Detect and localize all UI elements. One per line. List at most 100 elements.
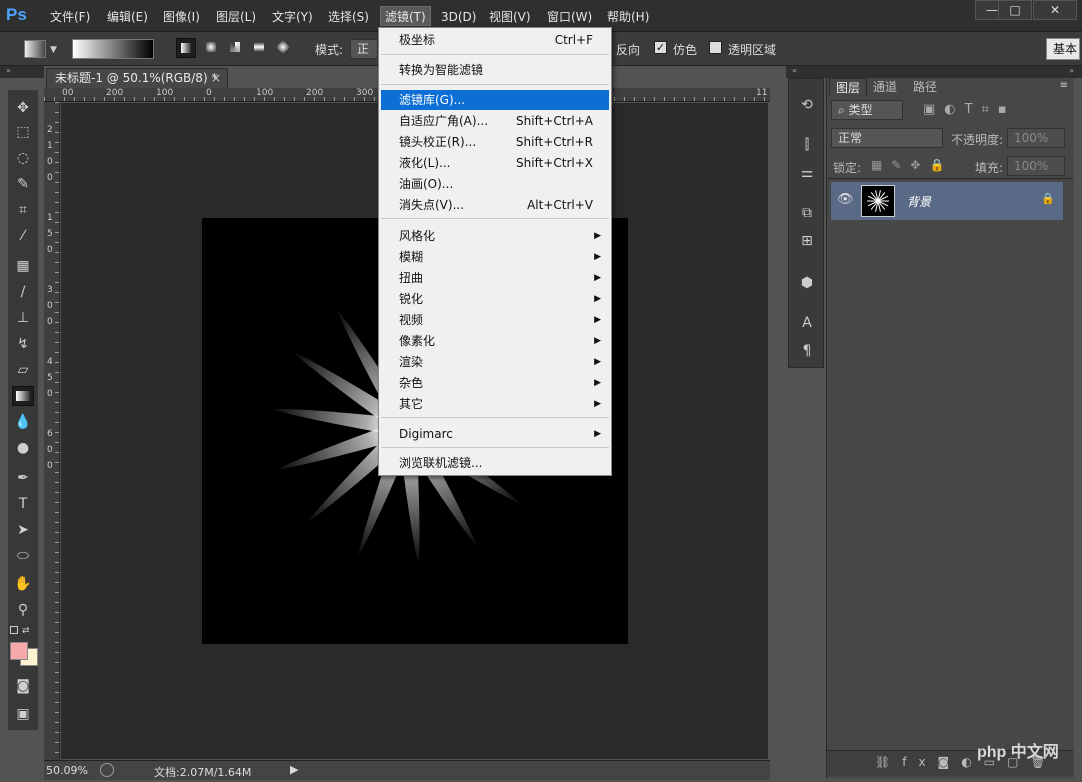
menu-item-pixelate[interactable]: 像素化 ▶ [381, 331, 609, 351]
panel-collapse-handle[interactable]: «» [786, 66, 1082, 78]
share-icon[interactable] [100, 763, 114, 777]
eraser-tool-icon[interactable]: ▱ [12, 360, 34, 380]
tab-paths[interactable]: 路径 [907, 78, 943, 96]
brush-tool-icon[interactable]: ∕ [12, 282, 34, 302]
menu-item-vanishing-point[interactable]: 消失点(V)... Alt+Ctrl+V [381, 195, 609, 215]
menu-item-noise[interactable]: 杂色 ▶ [381, 373, 609, 393]
healing-brush-tool-icon[interactable]: ▦ [12, 256, 34, 276]
menu-item-filter-gallery[interactable]: 滤镜库(G)... [381, 90, 609, 110]
tool-presets-icon[interactable]: ⊞ [797, 231, 817, 251]
character-icon[interactable]: A [797, 313, 817, 333]
menu-file[interactable]: 文件(F) [46, 7, 94, 27]
gradient-picker[interactable] [72, 39, 154, 59]
dodge-tool-icon[interactable]: ● [12, 438, 34, 458]
menu-item-liquify[interactable]: 液化(L)... Shift+Ctrl+X [381, 153, 609, 173]
fill-field[interactable]: 100% [1007, 156, 1065, 176]
diamond-gradient-button[interactable] [274, 38, 294, 58]
marquee-tool-icon[interactable]: ⬚ [12, 122, 34, 142]
blend-mode-dropdown[interactable]: 正常 [831, 128, 943, 148]
history-icon[interactable]: ⟲ [797, 95, 817, 115]
path-select-tool-icon[interactable]: ➤ [12, 520, 34, 540]
lock-label: 锁定: [833, 161, 862, 175]
radial-gradient-button[interactable] [202, 38, 222, 58]
zoom-level[interactable]: 50.09% [46, 764, 88, 777]
status-menu-arrow-icon[interactable]: ▶ [290, 763, 298, 776]
clone-source-icon[interactable]: ⧉ [797, 203, 817, 223]
crop-tool-icon[interactable]: ⌗ [12, 200, 34, 220]
history-brush-tool-icon[interactable]: ↯ [12, 334, 34, 354]
filter-icons[interactable]: ▣◐T⌗▪ [923, 102, 1016, 117]
menu-item-stylize[interactable]: 风格化 ▶ [381, 226, 609, 246]
tool-preset-dropdown-icon[interactable]: ▼ [50, 45, 57, 55]
clone-stamp-tool-icon[interactable]: ⊥ [12, 308, 34, 328]
eyedropper-tool-icon[interactable]: ⁄ [12, 226, 34, 246]
menu-help[interactable]: 帮助(H) [603, 7, 653, 27]
blur-tool-icon[interactable]: 💧 [12, 412, 34, 432]
menu-item-blur[interactable]: 模糊 ▶ [381, 247, 609, 267]
quick-mask-icon[interactable]: ◙ [12, 676, 34, 696]
menu-item-browse-online-filters[interactable]: 浏览联机滤镜... [381, 453, 609, 473]
screen-mode-icon[interactable]: ▣ [12, 704, 34, 724]
menu-image[interactable]: 图像(I) [159, 7, 204, 27]
pen-tool-icon[interactable]: ✒ [12, 468, 34, 488]
3d-cube-icon[interactable]: ⬢ [797, 273, 817, 293]
adjust-icon[interactable]: ⚌ [797, 163, 817, 183]
menu-item-adaptive-wide-angle[interactable]: 自适应广角(A)... Shift+Ctrl+A [381, 111, 609, 131]
menu-item-digimarc[interactable]: Digimarc ▶ [381, 424, 609, 444]
dither-checkbox[interactable]: ✓ [654, 41, 667, 54]
opacity-field[interactable]: 100% [1007, 128, 1065, 148]
menu-select[interactable]: 选择(S) [324, 7, 373, 27]
menu-edit[interactable]: 编辑(E) [103, 7, 152, 27]
close-button[interactable]: ✕ [1033, 0, 1077, 20]
submenu-arrow-icon: ▶ [594, 294, 601, 304]
kind-filter-dropdown[interactable]: ⌕ 类型 [831, 100, 903, 120]
hand-tool-icon[interactable]: ✋ [12, 574, 34, 594]
menu-filter[interactable]: 滤镜(T) [380, 6, 431, 26]
layer-name[interactable]: 背景 [907, 193, 931, 210]
gradient-tool-icon[interactable] [12, 386, 34, 406]
angle-gradient-button[interactable] [226, 38, 246, 58]
menu-view[interactable]: 视图(V) [485, 7, 535, 27]
layer-row-background[interactable]: 👁 背景 🔒 [831, 182, 1063, 220]
transparency-checkbox[interactable] [709, 41, 722, 54]
ellipse-tool-icon[interactable]: ⬭ [12, 546, 34, 566]
visibility-eye-icon[interactable]: 👁 [837, 192, 854, 207]
menu-item-render[interactable]: 渲染 ▶ [381, 352, 609, 372]
menu-item-oil-paint[interactable]: 油画(O)... [381, 174, 609, 194]
mode-dropdown[interactable]: 正 [350, 39, 378, 59]
tab-channels[interactable]: 通道 [867, 78, 903, 96]
swap-colors-icon[interactable]: ⇄ [22, 626, 30, 636]
menu-item-distort[interactable]: 扭曲 ▶ [381, 268, 609, 288]
menu-item-lens-correction[interactable]: 镜头校正(R)... Shift+Ctrl+R [381, 132, 609, 152]
lock-icons[interactable]: ▦✎✥🔒 [871, 158, 953, 172]
move-tool-icon[interactable]: ✥ [12, 98, 34, 118]
menu-item-sharpen[interactable]: 锐化 ▶ [381, 289, 609, 309]
zoom-tool-icon[interactable]: ⚲ [12, 600, 34, 620]
quick-select-tool-icon[interactable]: ✎ [12, 174, 34, 194]
workspace-button[interactable]: 基本 [1046, 38, 1080, 60]
reflected-gradient-button[interactable] [250, 38, 270, 58]
gradient-tool-icon[interactable] [24, 40, 46, 58]
menu-layer[interactable]: 图层(L) [212, 7, 260, 27]
menu-window[interactable]: 窗口(W) [543, 7, 596, 27]
menu-type[interactable]: 文字(Y) [268, 7, 317, 27]
type-tool-icon[interactable]: T [12, 494, 34, 514]
linear-gradient-button[interactable] [176, 38, 196, 58]
lasso-tool-icon[interactable]: ◌ [12, 148, 34, 168]
document-tab[interactable]: 未标题-1 @ 50.1%(RGB/8) * × [46, 68, 228, 88]
panel-menu-icon[interactable]: ≡ [1060, 80, 1068, 91]
menu-3d[interactable]: 3D(D) [437, 7, 480, 27]
paragraph-icon[interactable]: ¶ [797, 341, 817, 361]
menu-item-polar-coordinates[interactable]: 极坐标 Ctrl+F [381, 30, 609, 50]
menu-item-convert-smart-filter[interactable]: 转换为智能滤镜 [381, 60, 609, 80]
close-tab-icon[interactable]: × [211, 69, 221, 87]
default-colors-icon[interactable] [10, 626, 18, 634]
foreground-color-swatch[interactable] [10, 642, 28, 660]
brushes-icon[interactable]: ⫿ [797, 135, 817, 155]
menu-item-video[interactable]: 视频 ▶ [381, 310, 609, 330]
restore-button[interactable]: □ [998, 0, 1032, 20]
menu-item-other[interactable]: 其它 ▶ [381, 394, 609, 414]
submenu-arrow-icon: ▶ [594, 429, 601, 439]
tab-layers[interactable]: 图层 [829, 78, 868, 96]
toolbar-collapse-handle[interactable]: » [0, 66, 44, 78]
